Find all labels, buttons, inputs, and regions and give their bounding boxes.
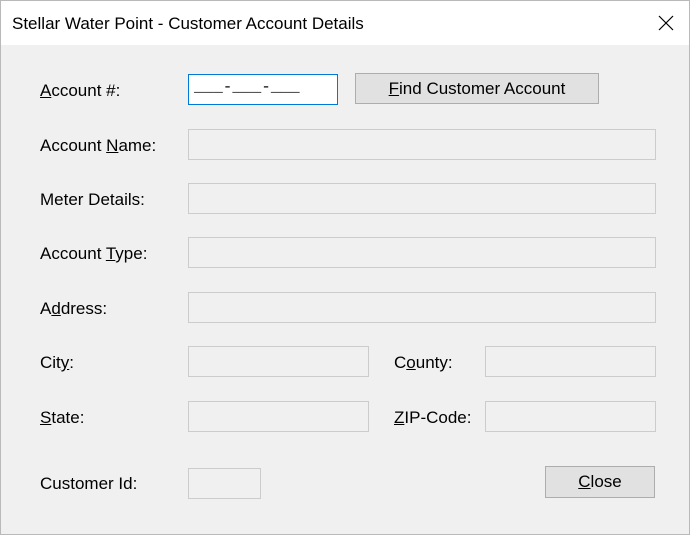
account-number-input[interactable]: ___-___-___: [188, 74, 338, 105]
address-field[interactable]: [188, 292, 656, 323]
customer-id-label: Customer Id:: [40, 474, 138, 493]
county-field[interactable]: [485, 346, 656, 377]
account-type-field[interactable]: [188, 237, 656, 268]
county-label: County:: [394, 353, 453, 372]
meter-details-label: Meter Details:: [40, 190, 145, 209]
meter-details-field[interactable]: [188, 183, 656, 214]
city-label: City:: [40, 353, 75, 372]
close-icon: [658, 15, 674, 31]
account-name-field[interactable]: [188, 129, 656, 160]
account-number-label: Account #:: [40, 81, 121, 100]
customer-id-field[interactable]: [188, 468, 261, 499]
zip-code-label: ZIP-Code:: [394, 408, 472, 427]
zip-code-field[interactable]: [485, 401, 656, 432]
address-label: Address:: [40, 299, 108, 318]
customer-account-details-window: Stellar Water Point - Customer Account D…: [0, 0, 690, 535]
account-name-label: Account Name:: [40, 136, 157, 155]
state-label: State:: [40, 408, 85, 427]
close-button[interactable]: Close: [545, 466, 655, 498]
city-field[interactable]: [188, 346, 369, 377]
title-bar: Stellar Water Point - Customer Account D…: [1, 1, 689, 45]
state-field[interactable]: [188, 401, 369, 432]
account-type-label: Account Type:: [40, 244, 148, 263]
window-close-button[interactable]: [643, 1, 689, 45]
find-customer-account-button[interactable]: Find Customer Account: [355, 73, 599, 104]
window-title: Stellar Water Point - Customer Account D…: [12, 14, 364, 33]
